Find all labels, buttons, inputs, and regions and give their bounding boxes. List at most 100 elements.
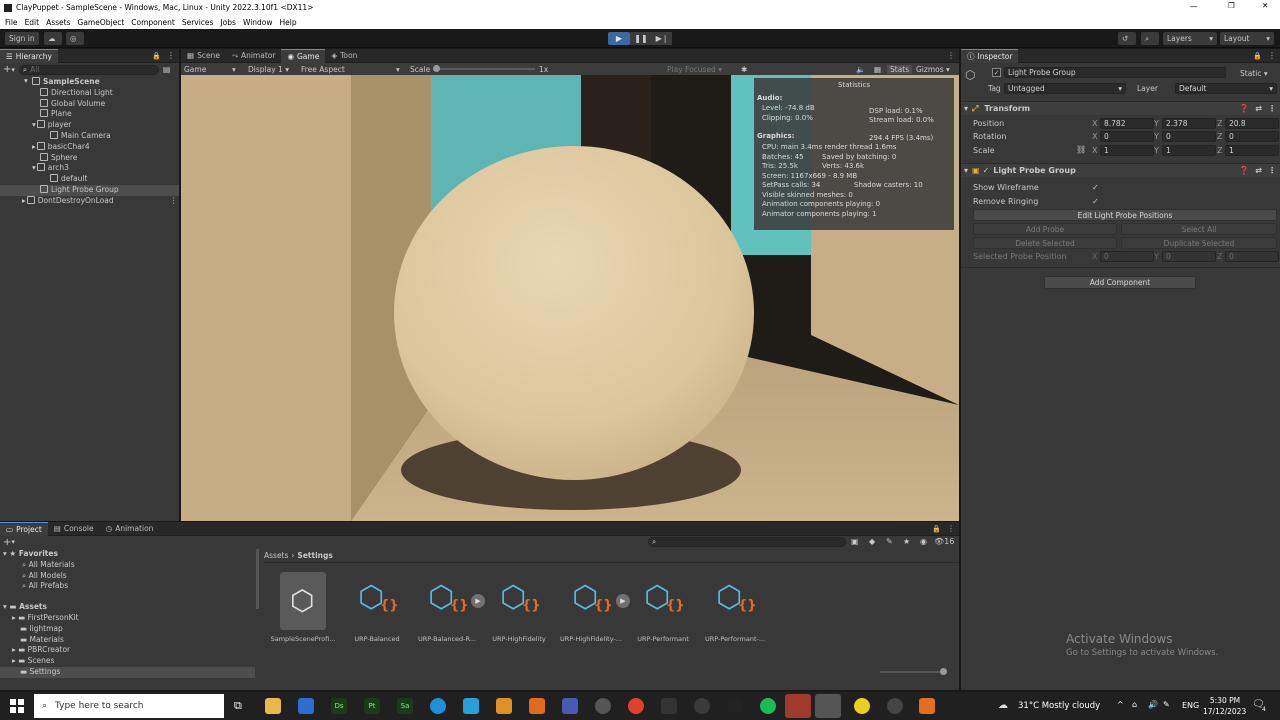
list-item[interactable]: ▸ ▬ PBRCreator xyxy=(0,645,255,656)
scale-z-field[interactable]: 1 xyxy=(1225,145,1279,156)
list-item[interactable]: ▸ ▬ FirstPersonKit xyxy=(0,613,255,624)
breadcrumb-root[interactable]: Assets xyxy=(264,551,288,560)
list-item[interactable]: ▬ Materials xyxy=(0,635,255,646)
menu-jobs[interactable]: Jobs xyxy=(220,18,235,27)
brave-icon[interactable] xyxy=(529,698,545,714)
static-toggle[interactable]: Static ▾ xyxy=(1240,69,1268,78)
sign-in-button[interactable]: Sign in xyxy=(5,32,39,45)
layer-dropdown[interactable]: Default ▾ xyxy=(1175,83,1277,94)
volume-icon[interactable]: 🔊 xyxy=(1148,700,1158,709)
favorites-header[interactable]: ▾ ★ Favorites xyxy=(0,549,255,560)
position-z-field[interactable]: 20.8 xyxy=(1225,118,1279,129)
restore-icon[interactable]: ❐ xyxy=(1228,1,1235,10)
component-enabled-checkbox[interactable]: ✓ xyxy=(983,166,990,175)
tab-scene[interactable]: ▦ Scene xyxy=(181,49,226,63)
position-x-field[interactable]: 8.782 xyxy=(1100,118,1154,129)
clock-date[interactable]: 17/12/2023 xyxy=(1203,707,1246,716)
settings-icon[interactable]: ⇄ xyxy=(1255,166,1262,175)
chevron-right-icon[interactable]: ▸ xyxy=(32,142,36,151)
list-item[interactable]: ▬ lightmap xyxy=(0,624,255,635)
list-item[interactable]: Sphere xyxy=(0,152,179,164)
list-item[interactable]: ▸ ▬ Scenes xyxy=(0,656,255,667)
list-item[interactable]: ▾ SampleScene xyxy=(0,76,179,88)
kebab-menu-icon[interactable]: ⋮ xyxy=(947,51,955,60)
language-indicator[interactable]: ENG xyxy=(1182,701,1199,710)
link-icon[interactable]: ⛓ xyxy=(1076,145,1086,154)
windows-start-icon[interactable] xyxy=(10,699,24,713)
clock-time[interactable]: 5:30 PM xyxy=(1207,696,1243,705)
scale-y-field[interactable]: 1 xyxy=(1162,145,1216,156)
list-item[interactable]: Main Camera xyxy=(0,130,179,142)
list-item-selected[interactable]: Light Probe Group xyxy=(0,184,179,196)
unity-hub-icon[interactable] xyxy=(661,698,677,714)
show-wireframe-checkbox[interactable]: ✓ xyxy=(1092,183,1099,192)
hidden-packages-icon[interactable]: ◉ xyxy=(920,537,927,546)
light-probe-group-header[interactable]: ▾ ▣ ✓ Light Probe Group ❓ ⇄ ⋮ xyxy=(961,163,1280,177)
weather-icon[interactable]: ☁ xyxy=(998,700,1008,711)
tab-console[interactable]: ▤ Console xyxy=(48,522,100,536)
app-yellow-icon[interactable] xyxy=(854,698,870,714)
layers-dropdown[interactable]: Layers ▾ xyxy=(1163,32,1217,45)
list-item[interactable]: ▸ basicChar4 xyxy=(0,141,179,153)
tab-hierarchy[interactable]: ☰ Hierarchy xyxy=(0,48,58,63)
lock-icon[interactable]: 🔒 xyxy=(1253,52,1262,60)
menu-assets[interactable]: Assets xyxy=(46,18,70,27)
kebab-menu-icon[interactable]: ⋮ xyxy=(1268,51,1276,60)
list-item[interactable]: default xyxy=(0,174,179,185)
davinci-icon[interactable] xyxy=(887,698,903,714)
menu-services[interactable]: Services xyxy=(182,18,214,27)
play-button[interactable]: ▶ xyxy=(608,32,630,45)
icon-size-slider[interactable] xyxy=(880,668,947,675)
selected-x-field[interactable]: 0 xyxy=(1100,251,1154,262)
add-probe-button[interactable]: Add Probe xyxy=(973,223,1117,235)
tab-project[interactable]: ▭ Project xyxy=(0,521,48,536)
edit-light-probe-positions-button[interactable]: Edit Light Probe Positions xyxy=(973,209,1277,221)
list-item-selected[interactable]: ▬ Settings xyxy=(0,666,255,678)
chevron-right-icon[interactable]: ▸ xyxy=(22,196,26,205)
list-item[interactable]: ▾ player xyxy=(0,120,179,131)
chrome-icon[interactable] xyxy=(628,698,644,714)
app-active-icon[interactable] xyxy=(785,694,811,718)
network-icon[interactable]: ⌂ xyxy=(1132,700,1137,709)
filter-icon[interactable]: ▤ xyxy=(163,65,171,74)
grid-icon[interactable]: ▦ xyxy=(874,65,881,74)
kebab-menu-icon[interactable]: ⋮ xyxy=(170,196,178,207)
unity-editor-icon[interactable] xyxy=(815,694,841,718)
add-component-button[interactable]: Add Component xyxy=(1044,276,1196,289)
menu-help[interactable]: Help xyxy=(280,18,297,27)
pen-icon[interactable]: ✎ xyxy=(1163,700,1170,709)
help-icon[interactable]: ❓ xyxy=(1239,104,1249,113)
substance-designer-icon[interactable]: Ds xyxy=(331,698,347,714)
active-checkbox[interactable]: ✓ xyxy=(992,68,1001,77)
substance-painter-icon[interactable]: Pt xyxy=(364,698,380,714)
list-item[interactable]: Plane xyxy=(0,109,179,120)
object-name-field[interactable]: Light Probe Group xyxy=(1004,67,1226,78)
gizmos-dropdown[interactable]: Gizmos ▾ xyxy=(916,65,950,74)
assets-header[interactable]: ▾ ▬ Assets xyxy=(0,602,255,613)
tab-animator[interactable]: ⤳ Animator xyxy=(226,49,281,63)
tree-scrollbar[interactable] xyxy=(256,549,259,609)
add-icon[interactable]: + xyxy=(3,64,11,75)
step-button[interactable]: ▶❘ xyxy=(652,32,672,45)
minimize-icon[interactable]: — xyxy=(1190,2,1198,11)
lock-icon[interactable]: 🔒 xyxy=(932,525,941,533)
taskbar-search-box[interactable]: ⌕ Type here to search xyxy=(34,694,224,718)
star-icon[interactable]: ★ xyxy=(903,537,910,546)
menu-component[interactable]: Component xyxy=(131,18,175,27)
rotation-x-field[interactable]: 0 xyxy=(1100,131,1154,142)
stats-button[interactable]: Stats xyxy=(887,64,913,74)
lock-icon[interactable]: 🔒 xyxy=(152,52,161,60)
app-icon[interactable] xyxy=(727,698,743,714)
settings-icon[interactable]: ⇄ xyxy=(1255,104,1262,113)
label-icon[interactable]: ◆ xyxy=(869,537,875,546)
list-item[interactable]: Global Volume xyxy=(0,98,179,110)
vlc-icon[interactable] xyxy=(919,698,935,714)
chevron-down-icon[interactable]: ▾ xyxy=(11,66,15,74)
edge-icon[interactable] xyxy=(430,698,446,714)
select-all-button[interactable]: Select All xyxy=(1121,223,1277,235)
game-mode-dropdown[interactable]: Game xyxy=(184,65,206,74)
search-icon[interactable]: ⌕ xyxy=(1141,32,1159,45)
display-dropdown[interactable]: Display 1 ▾ xyxy=(248,65,289,74)
audio-icon[interactable]: 🔈 xyxy=(856,65,865,74)
menu-file[interactable]: File xyxy=(5,18,18,27)
